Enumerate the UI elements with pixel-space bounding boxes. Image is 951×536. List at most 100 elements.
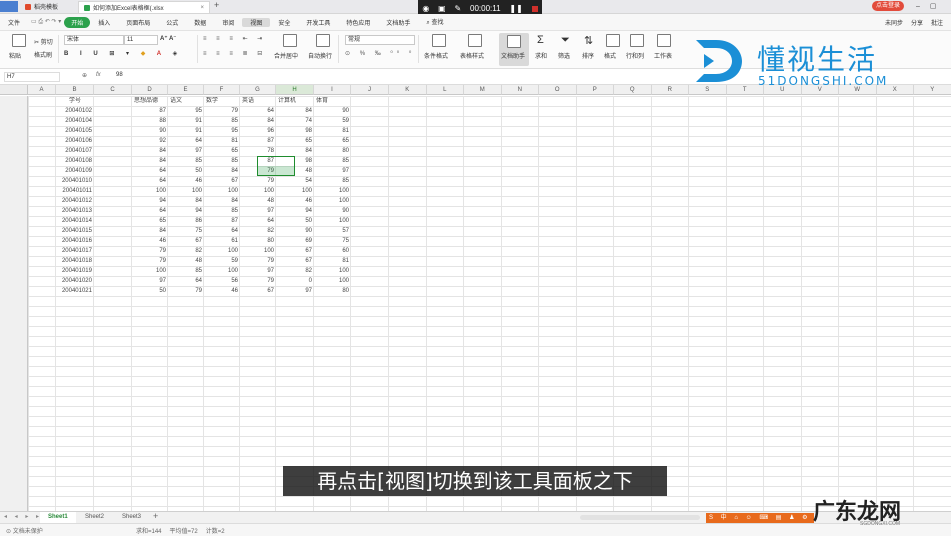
table-style-icon[interactable] <box>468 34 482 47</box>
score-cell[interactable]: 85 <box>168 267 204 276</box>
student-id-cell[interactable]: 200401011 <box>56 187 94 196</box>
column-header-h[interactable]: H <box>276 85 314 95</box>
score-cell[interactable]: 90 <box>276 227 314 236</box>
column-header-g[interactable]: G <box>240 85 276 95</box>
score-cell[interactable]: 75 <box>314 237 351 246</box>
score-cell[interactable]: 94 <box>276 207 314 216</box>
add-sheet-button[interactable]: + <box>153 511 158 521</box>
score-cell[interactable]: 48 <box>240 197 276 206</box>
score-cell[interactable]: 90 <box>314 107 351 116</box>
table-header[interactable]: 数学 <box>204 97 240 106</box>
score-cell[interactable]: 64 <box>168 137 204 146</box>
wrap-text-button[interactable]: 自动换行 <box>308 51 332 60</box>
column-header-e[interactable]: E <box>168 85 204 95</box>
student-id-cell[interactable]: 200401021 <box>56 287 94 296</box>
score-cell[interactable]: 79 <box>204 107 240 116</box>
score-cell[interactable]: 65 <box>204 147 240 156</box>
score-cell[interactable]: 84 <box>204 167 240 176</box>
menu-data[interactable]: 数据 <box>186 18 214 27</box>
score-cell[interactable]: 87 <box>132 107 168 116</box>
score-cell[interactable]: 85 <box>204 207 240 216</box>
camera-icon[interactable]: ▣ <box>438 4 446 13</box>
score-cell[interactable]: 100 <box>204 187 240 196</box>
table-header[interactable]: 思想品德 <box>132 97 168 106</box>
score-cell[interactable]: 0 <box>276 277 314 286</box>
score-cell[interactable]: 84 <box>132 157 168 166</box>
sync-status[interactable]: 未同步 <box>885 18 903 27</box>
score-cell[interactable]: 87 <box>204 217 240 226</box>
font-size-select[interactable]: 11 <box>124 35 158 45</box>
score-cell[interactable]: 90 <box>314 207 351 216</box>
score-cell[interactable]: 100 <box>314 217 351 226</box>
column-header-b[interactable]: B <box>56 85 94 95</box>
comment-button[interactable]: 批注 <box>931 18 943 27</box>
tab-template[interactable]: 稻壳模板 <box>20 1 63 12</box>
table-header[interactable]: 计算机 <box>276 97 314 106</box>
score-cell[interactable]: 85 <box>314 177 351 186</box>
score-cell[interactable]: 100 <box>240 247 276 256</box>
score-cell[interactable]: 97 <box>240 267 276 276</box>
score-cell[interactable]: 95 <box>204 127 240 136</box>
score-cell[interactable]: 100 <box>204 247 240 256</box>
worksheet-icon[interactable] <box>657 34 671 47</box>
score-cell[interactable]: 79 <box>240 177 276 186</box>
column-header-k[interactable]: K <box>389 85 427 95</box>
student-id-cell[interactable]: 20040109 <box>56 167 94 176</box>
score-cell[interactable]: 74 <box>276 117 314 126</box>
score-cell[interactable]: 78 <box>240 147 276 156</box>
score-cell[interactable]: 84 <box>132 227 168 236</box>
menu-review[interactable]: 审阅 <box>214 18 242 27</box>
score-cell[interactable]: 46 <box>168 177 204 186</box>
score-cell[interactable]: 100 <box>276 187 314 196</box>
score-cell[interactable]: 79 <box>168 287 204 296</box>
table-style-button[interactable]: 表格样式 <box>460 51 484 60</box>
format-painter-button[interactable]: 格式刷 <box>34 50 52 59</box>
column-header-c[interactable]: C <box>94 85 132 95</box>
student-id-cell[interactable]: 200401016 <box>56 237 94 246</box>
score-cell[interactable]: 81 <box>314 127 351 136</box>
score-cell[interactable]: 64 <box>204 227 240 236</box>
score-cell[interactable]: 64 <box>240 217 276 226</box>
ime-toolbar[interactable]: S 中 ⌂ ☺ ⌨ ▤ ♟ ⚙ <box>706 513 814 523</box>
share-button[interactable]: 分享 <box>911 18 923 27</box>
score-cell[interactable]: 82 <box>276 267 314 276</box>
score-cell[interactable]: 64 <box>132 167 168 176</box>
file-menu[interactable]: 文件 <box>0 18 28 27</box>
score-cell[interactable]: 84 <box>240 117 276 126</box>
student-id-cell[interactable]: 200401013 <box>56 207 94 216</box>
merge-center-icon[interactable] <box>283 34 297 47</box>
cut-button[interactable]: ✂ 剪切 <box>34 37 53 46</box>
score-cell[interactable]: 57 <box>314 227 351 236</box>
column-header-j[interactable]: J <box>351 85 389 95</box>
column-header-y[interactable]: Y <box>914 85 951 95</box>
row-col-icon[interactable] <box>630 34 644 47</box>
score-cell[interactable]: 75 <box>168 227 204 236</box>
format-icon[interactable] <box>606 34 620 47</box>
score-cell[interactable]: 81 <box>314 257 351 266</box>
score-cell[interactable]: 85 <box>204 157 240 166</box>
score-cell[interactable]: 64 <box>168 277 204 286</box>
conditional-format-button[interactable]: 条件格式 <box>424 51 448 60</box>
conditional-format-icon[interactable] <box>432 34 446 47</box>
score-cell[interactable]: 79 <box>240 257 276 266</box>
name-box[interactable]: H7 <box>4 72 60 82</box>
score-cell[interactable]: 46 <box>276 197 314 206</box>
score-cell[interactable]: 80 <box>240 237 276 246</box>
menu-view[interactable]: 视图 <box>242 18 270 27</box>
score-cell[interactable]: 100 <box>314 267 351 276</box>
score-cell[interactable]: 84 <box>204 197 240 206</box>
doc-helper-icon[interactable] <box>507 35 521 48</box>
score-cell[interactable]: 79 <box>132 247 168 256</box>
pause-icon[interactable]: ❚❚ <box>509 4 522 13</box>
horizontal-scrollbar[interactable] <box>580 515 700 520</box>
score-cell[interactable]: 50 <box>168 167 204 176</box>
score-cell[interactable]: 88 <box>132 117 168 126</box>
score-cell[interactable]: 82 <box>240 227 276 236</box>
formula-input[interactable]: 98 <box>116 72 123 78</box>
score-cell[interactable]: 100 <box>132 267 168 276</box>
align-horizontal-buttons[interactable]: ≡ ≡ ≡ ≣ ⊟ <box>203 50 266 57</box>
number-format-select[interactable]: 常规 <box>345 35 415 45</box>
table-header[interactable]: 体育 <box>314 97 351 106</box>
menu-doc-helper[interactable]: 文档助手 <box>378 18 418 27</box>
score-cell[interactable]: 86 <box>168 217 204 226</box>
